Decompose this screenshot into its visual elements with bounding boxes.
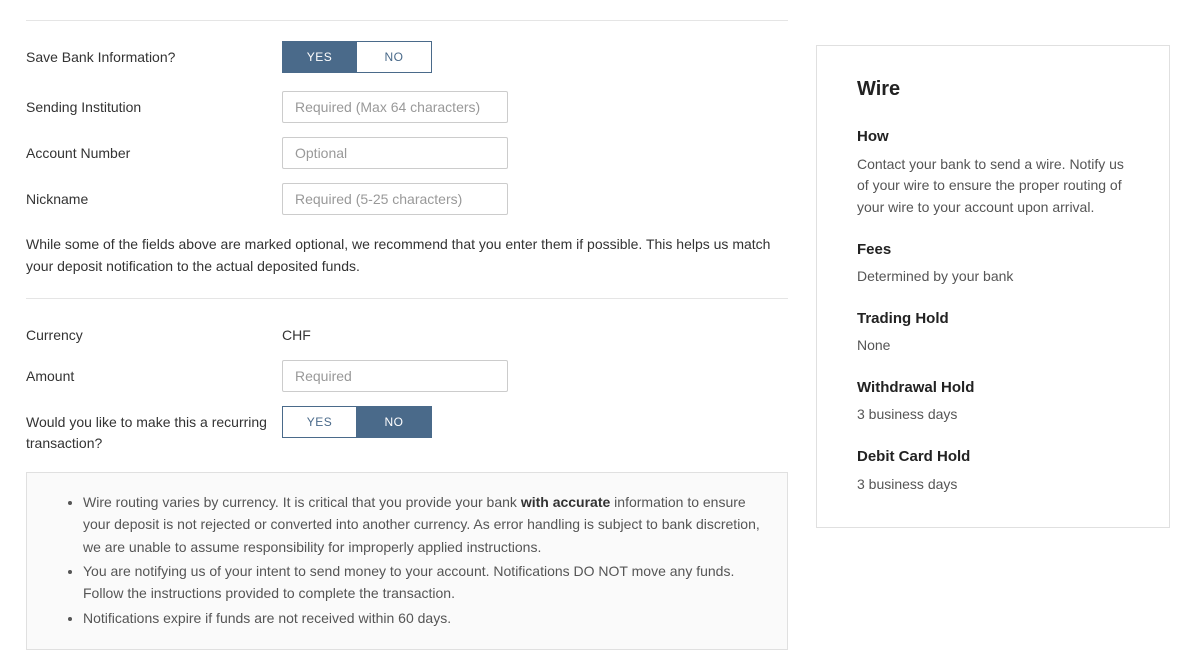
recurring-no-button[interactable]: NO [357, 406, 432, 438]
row-sending-institution: Sending Institution [26, 91, 788, 123]
currency-value: CHF [282, 319, 311, 346]
info-body: 3 business days [857, 474, 1129, 496]
amount-input[interactable] [282, 360, 508, 392]
label-recurring: Would you like to make this a recurring … [26, 406, 282, 454]
row-currency: Currency CHF [26, 319, 788, 346]
label-amount: Amount [26, 360, 282, 387]
account-number-input[interactable] [282, 137, 508, 169]
label-nickname: Nickname [26, 183, 282, 210]
notice-item-2: You are notifying us of your intent to s… [83, 560, 763, 605]
info-section-withdrawal-hold: Withdrawal Hold 3 business days [857, 377, 1129, 426]
toggle-save-bank-info: YES NO [282, 41, 788, 73]
info-body: Determined by your bank [857, 266, 1129, 288]
wire-info-panel: Wire How Contact your bank to send a wir… [816, 45, 1170, 528]
notice-box: Wire routing varies by currency. It is c… [26, 472, 788, 650]
row-recurring: Would you like to make this a recurring … [26, 406, 788, 454]
info-heading: Debit Card Hold [857, 446, 1129, 469]
label-sending-institution: Sending Institution [26, 91, 282, 118]
notice-item-1-before: Wire routing varies by currency. It is c… [83, 494, 521, 510]
help-text: While some of the fields above are marke… [26, 233, 788, 278]
info-body: None [857, 335, 1129, 357]
notice-item-1-bold: with accurate [521, 494, 610, 510]
notice-item-1: Wire routing varies by currency. It is c… [83, 491, 763, 558]
sidebar: Wire How Contact your bank to send a wir… [816, 45, 1170, 650]
panel-title: Wire [857, 74, 1129, 104]
save-bank-no-button[interactable]: NO [357, 41, 432, 73]
info-body: 3 business days [857, 404, 1129, 426]
info-body: Contact your bank to send a wire. Notify… [857, 154, 1129, 219]
info-heading: How [857, 126, 1129, 149]
divider-top [26, 20, 788, 21]
label-save-bank-info: Save Bank Information? [26, 41, 282, 68]
recurring-yes-button[interactable]: YES [282, 406, 357, 438]
label-account-number: Account Number [26, 137, 282, 164]
info-heading: Trading Hold [857, 308, 1129, 331]
label-currency: Currency [26, 319, 282, 346]
row-nickname: Nickname [26, 183, 788, 215]
divider-mid [26, 298, 788, 299]
info-section-how: How Contact your bank to send a wire. No… [857, 126, 1129, 219]
row-save-bank-info: Save Bank Information? YES NO [26, 41, 788, 73]
info-heading: Fees [857, 239, 1129, 262]
info-section-debit-card-hold: Debit Card Hold 3 business days [857, 446, 1129, 495]
toggle-recurring: YES NO [282, 406, 788, 438]
main-form: Save Bank Information? YES NO Sending In… [26, 0, 788, 650]
notice-item-3: Notifications expire if funds are not re… [83, 607, 763, 629]
sending-institution-input[interactable] [282, 91, 508, 123]
row-account-number: Account Number [26, 137, 788, 169]
info-heading: Withdrawal Hold [857, 377, 1129, 400]
nickname-input[interactable] [282, 183, 508, 215]
info-section-fees: Fees Determined by your bank [857, 239, 1129, 288]
info-section-trading-hold: Trading Hold None [857, 308, 1129, 357]
save-bank-yes-button[interactable]: YES [282, 41, 357, 73]
row-amount: Amount [26, 360, 788, 392]
